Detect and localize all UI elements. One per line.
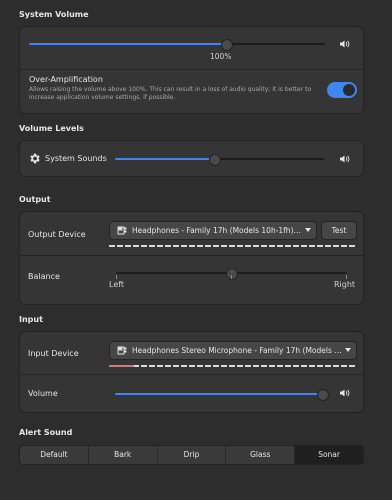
audio-card-icon (117, 346, 127, 355)
input-level-meter (109, 365, 355, 367)
balance-slider[interactable] (116, 268, 347, 280)
alert-option-bark[interactable]: Bark (89, 446, 158, 464)
over-amplification-description-2: increase application volume settings, if… (29, 94, 176, 101)
tick-mark (231, 275, 232, 279)
output-title: Output (19, 195, 51, 204)
balance-left-label: Left (109, 280, 125, 289)
alert-sound-selector: Default Bark Drip Glass Sonar (19, 445, 364, 465)
input-device-dropdown[interactable]: Headphones Stereo Microphone - Family 17… (109, 341, 357, 360)
system-volume-title: System Volume (19, 10, 89, 19)
test-button[interactable]: Test (321, 221, 357, 240)
system-volume-row: 100% (20, 27, 363, 67)
over-amplification-toggle[interactable] (327, 82, 357, 98)
system-volume-slider[interactable] (29, 39, 325, 51)
alert-sound-title: Alert Sound (19, 428, 73, 437)
volume-levels-card: System Sounds (19, 140, 364, 177)
input-volume-fill (115, 393, 323, 395)
input-volume-slider[interactable] (115, 389, 329, 401)
over-amplification-description-1: Allows raising the volume above 100%. Th… (29, 86, 312, 93)
speaker-icon[interactable] (340, 155, 350, 163)
system-sounds-fill (115, 158, 216, 160)
over-amplification-row: Over-Amplification Allows raising the vo… (20, 70, 363, 113)
alert-option-drip[interactable]: Drip (158, 446, 227, 464)
speaker-icon[interactable] (340, 40, 350, 48)
input-volume-knob[interactable] (317, 389, 329, 401)
output-device-value: Headphones - Family 17h (Models 10h-1fh)… (132, 226, 302, 235)
system-volume-percent: 100% (210, 52, 232, 61)
tick-mark (116, 275, 117, 279)
audio-card-icon (117, 226, 127, 235)
tick-mark (346, 275, 347, 279)
alert-option-sonar[interactable]: Sonar (295, 446, 363, 464)
input-volume-label: Volume (28, 389, 58, 398)
input-card: Input Device Headphones Stereo Microphon… (19, 331, 364, 413)
chevron-down-icon (345, 348, 351, 352)
input-level-indicator (109, 365, 134, 367)
gear-icon (30, 153, 40, 164)
system-sounds-label: System Sounds (45, 154, 107, 163)
balance-label: Balance (28, 272, 60, 281)
volume-levels-title: Volume Levels (19, 124, 84, 133)
output-card: Output Device Headphones - Family 17h (M… (19, 211, 364, 305)
input-device-label: Input Device (28, 349, 79, 358)
input-title: Input (19, 315, 43, 324)
alert-option-default[interactable]: Default (20, 446, 89, 464)
output-level-meter (109, 245, 355, 247)
alert-option-glass[interactable]: Glass (226, 446, 296, 464)
separator (20, 374, 363, 375)
over-amplification-title: Over-Amplification (29, 75, 103, 84)
system-volume-knob[interactable] (221, 39, 234, 51)
balance-right-label: Right (334, 280, 356, 289)
input-device-value: Headphones Stereo Microphone - Family 17… (132, 346, 342, 355)
toggle-knob (343, 84, 355, 96)
output-device-dropdown[interactable]: Headphones - Family 17h (Models 10h-1fh)… (109, 221, 317, 240)
separator (20, 255, 363, 256)
system-volume-card: 100% Over-Amplification Allows raising t… (19, 26, 364, 114)
chevron-down-icon (305, 228, 311, 232)
system-sounds-slider[interactable] (115, 154, 324, 166)
output-device-label: Output Device (28, 230, 86, 239)
system-sounds-knob[interactable] (209, 154, 222, 166)
system-volume-fill (29, 43, 228, 45)
speaker-icon[interactable] (340, 389, 350, 397)
